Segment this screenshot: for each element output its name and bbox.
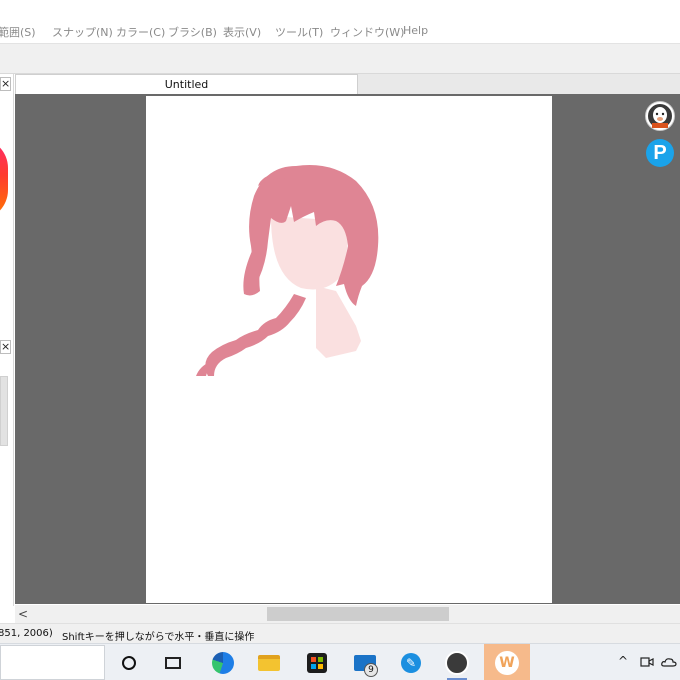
active-app-icon: W	[495, 651, 519, 675]
face-shape	[271, 216, 348, 290]
active-app-button[interactable]: W	[484, 644, 530, 680]
left-panel: × ×	[0, 74, 14, 606]
menu-snap[interactable]: スナップ(N)	[52, 24, 113, 40]
panel-scrollbar[interactable]	[0, 376, 8, 446]
scrollbar-thumb[interactable]	[267, 607, 449, 621]
task-view-icon[interactable]	[158, 648, 188, 678]
menu-brush[interactable]: ブラシ(B)	[168, 24, 217, 40]
status-bar: 851, 2006) Shiftキーを押しながらで水平・垂直に操作	[0, 623, 680, 643]
menu-bar: 範囲(S) スナップ(N) カラー(C) ブラシ(B) 表示(V) ツール(T)…	[0, 0, 680, 44]
menu-view[interactable]: 表示(V)	[223, 24, 261, 40]
hair-braid	[205, 294, 306, 376]
document-tab[interactable]: Untitled	[15, 74, 358, 94]
alpaca-avatar-icon[interactable]	[646, 102, 674, 130]
tray-chevron-icon[interactable]: ^	[618, 654, 628, 668]
toolbar	[0, 44, 680, 74]
cursor-coordinates: 851, 2006)	[0, 628, 53, 639]
panel-close-button[interactable]: ×	[0, 77, 11, 91]
tab-row: Untitled	[15, 74, 680, 94]
scroll-left-arrow[interactable]: <	[18, 607, 28, 621]
menu-color[interactable]: カラー(C)	[116, 24, 165, 40]
taskbar: 9 ✎ W ^	[0, 643, 680, 680]
mail-badge: 9	[364, 663, 378, 677]
horizontal-scrollbar[interactable]: <	[15, 605, 680, 623]
store-icon[interactable]	[302, 648, 332, 678]
meet-now-icon[interactable]	[636, 650, 658, 674]
layer-panel-close-button[interactable]: ×	[0, 340, 11, 354]
workspace[interactable]	[15, 94, 680, 604]
hair-left-lock	[243, 251, 262, 296]
menu-window[interactable]: ウィンドウ(W)	[330, 24, 404, 40]
status-hint: Shiftキーを押しながらで水平・垂直に操作	[62, 632, 255, 643]
menu-help[interactable]: Help	[403, 24, 428, 37]
color-wheel[interactable]	[0, 138, 8, 220]
canvas[interactable]	[146, 96, 552, 603]
file-explorer-icon[interactable]	[254, 648, 284, 678]
taskbar-search-input[interactable]	[0, 645, 105, 680]
menu-tools[interactable]: ツール(T)	[275, 24, 323, 40]
onedrive-icon[interactable]	[658, 650, 680, 674]
hair-sketch	[196, 165, 379, 376]
pen-app-icon[interactable]: ✎	[396, 648, 426, 678]
pixiv-icon[interactable]: P	[646, 139, 674, 167]
cortana-icon[interactable]	[114, 648, 144, 678]
menu-selection[interactable]: 範囲(S)	[0, 24, 36, 40]
alpaca-app-icon[interactable]	[442, 648, 472, 678]
edge-browser-icon[interactable]	[208, 648, 238, 678]
